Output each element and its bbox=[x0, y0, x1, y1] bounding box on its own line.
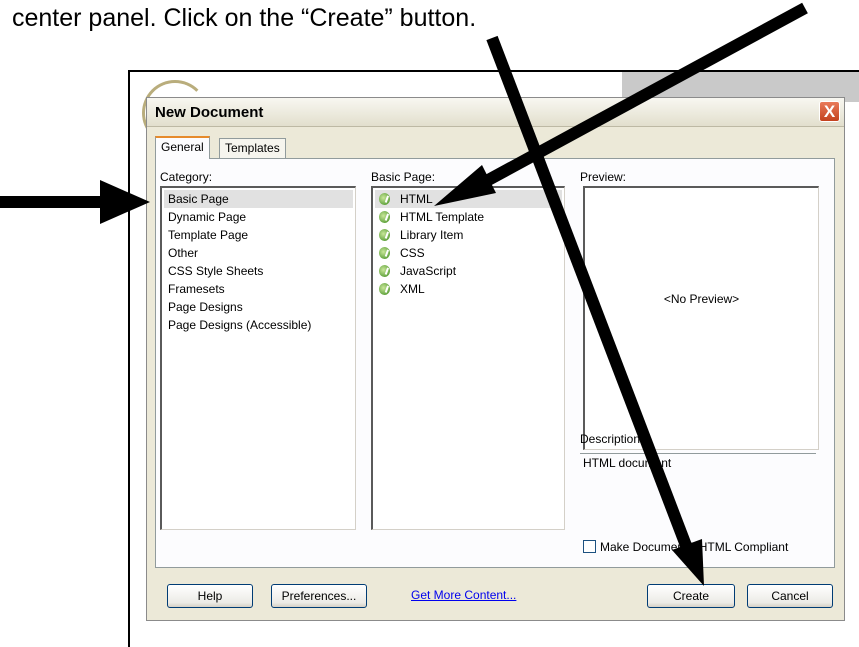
list-item[interactable]: Page Designs (Accessible) bbox=[168, 316, 311, 334]
page-icon bbox=[379, 193, 390, 205]
preview-label: Preview: bbox=[580, 170, 627, 184]
page-icon bbox=[379, 211, 390, 223]
get-more-content-link[interactable]: Get More Content... bbox=[411, 588, 516, 602]
list-item[interactable]: Dynamic Page bbox=[168, 208, 246, 226]
list-item[interactable]: Framesets bbox=[168, 280, 225, 298]
dialog-title: New Document bbox=[155, 104, 264, 121]
list-item[interactable]: CSS Style Sheets bbox=[168, 262, 263, 280]
basic-page-label: Basic Page: bbox=[371, 170, 436, 184]
list-item-html[interactable]: HTML bbox=[375, 190, 562, 208]
no-preview-text: <No Preview> bbox=[663, 292, 740, 306]
cancel-button[interactable]: Cancel bbox=[747, 584, 833, 608]
close-button[interactable]: X bbox=[819, 101, 840, 122]
page-icon bbox=[379, 229, 390, 241]
instruction-text: center panel. Click on the “Create” butt… bbox=[12, 4, 477, 32]
list-item-css[interactable]: CSS bbox=[379, 244, 425, 262]
list-item-html-template[interactable]: HTML Template bbox=[379, 208, 484, 226]
page-icon bbox=[379, 265, 390, 277]
close-icon: X bbox=[823, 102, 836, 121]
create-button[interactable]: Create bbox=[647, 584, 735, 608]
tab-general[interactable]: General bbox=[155, 136, 210, 159]
list-item-xml[interactable]: XML bbox=[379, 280, 425, 298]
list-item[interactable]: Other bbox=[168, 244, 198, 262]
background-window-edge-left bbox=[128, 70, 130, 647]
page-icon bbox=[379, 283, 390, 295]
list-item-javascript[interactable]: JavaScript bbox=[379, 262, 456, 280]
list-item[interactable]: Basic Page bbox=[164, 190, 353, 208]
basic-page-list[interactable]: HTML HTML Template Library Item CSS Java… bbox=[371, 186, 565, 530]
preferences-button[interactable]: Preferences... bbox=[271, 584, 367, 608]
new-document-dialog: New Document X General Templates Categor… bbox=[146, 97, 845, 621]
list-item[interactable]: Template Page bbox=[168, 226, 248, 244]
category-list[interactable]: Basic Page Dynamic Page Template Page Ot… bbox=[160, 186, 356, 530]
page-icon bbox=[379, 247, 390, 259]
help-button[interactable]: Help bbox=[167, 584, 253, 608]
preview-pane: <No Preview> bbox=[583, 186, 819, 450]
list-item[interactable]: Page Designs bbox=[168, 298, 243, 316]
description-text: HTML document bbox=[583, 456, 672, 470]
description-label: Description: bbox=[580, 432, 644, 446]
dialog-titlebar[interactable]: New Document X bbox=[147, 98, 844, 127]
category-label: Category: bbox=[160, 170, 213, 184]
tab-templates[interactable]: Templates bbox=[219, 138, 286, 158]
list-item-library-item[interactable]: Library Item bbox=[379, 226, 463, 244]
description-divider bbox=[580, 453, 816, 454]
xhtml-compliant-checkbox[interactable] bbox=[583, 540, 596, 553]
xhtml-compliant-label[interactable]: Make Document XHTML Compliant bbox=[600, 540, 788, 554]
